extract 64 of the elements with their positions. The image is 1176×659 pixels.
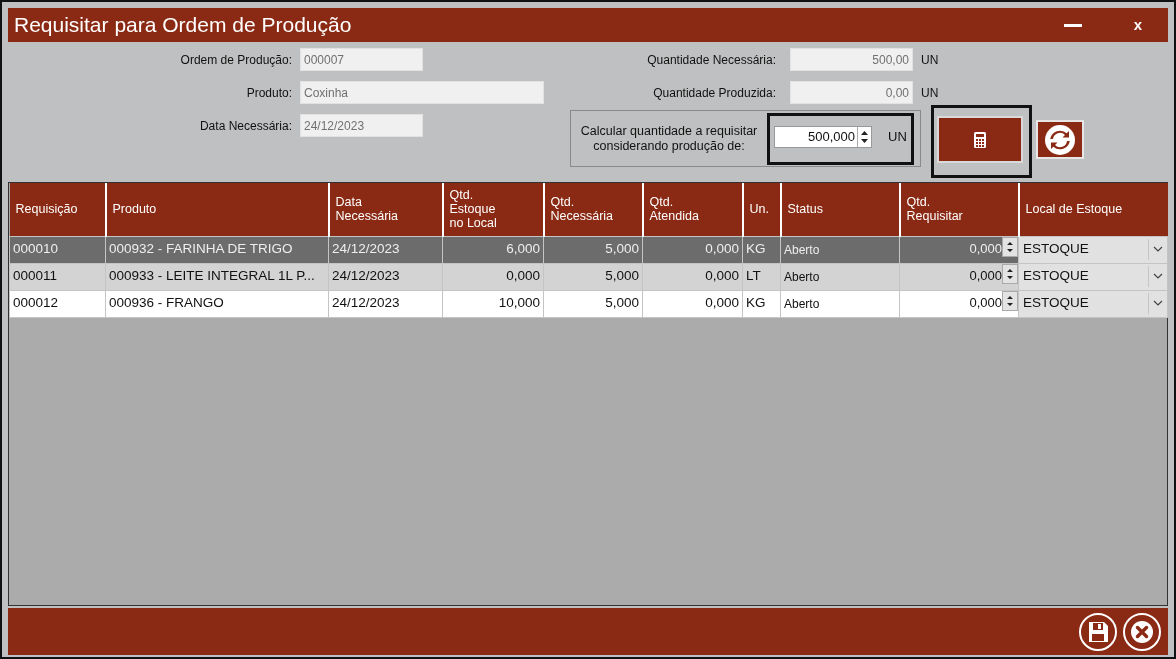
table-cell: Aberto xyxy=(780,290,900,317)
table-cell: 10,000 xyxy=(442,290,544,317)
field-label: Quantidade Necessária: xyxy=(646,51,776,69)
column-header[interactable]: Qtd. Atendida xyxy=(642,183,743,236)
table-cell: Aberto xyxy=(780,263,900,290)
column-header[interactable]: Local de Estoque xyxy=(1018,183,1168,236)
text-field[interactable]: 0,00 xyxy=(790,81,913,104)
field-label: Produto: xyxy=(245,84,292,102)
table-cell: 000011 xyxy=(9,263,106,290)
text-field[interactable]: Coxinha xyxy=(300,81,544,104)
table-cell: Aberto xyxy=(780,236,900,263)
table-cell: KG xyxy=(742,236,781,263)
table-cell: 000010 xyxy=(9,236,106,263)
field-label: Quantidade Produzida: xyxy=(652,84,776,102)
table-cell: 000936 - FRANGO xyxy=(105,290,329,317)
calculator-icon xyxy=(974,131,986,148)
combo-box[interactable]: ESTOQUE xyxy=(1019,236,1167,263)
column-header[interactable]: Qtd. Estoque no Local xyxy=(442,183,544,236)
combo-box[interactable]: ESTOQUE xyxy=(1019,263,1167,290)
table-cell: 5,000 xyxy=(543,236,643,263)
column-header[interactable]: Data Necessária xyxy=(328,183,443,236)
field-label: Ordem de Produção: xyxy=(179,51,292,69)
cancel-button[interactable] xyxy=(1122,611,1162,652)
table-cell: 000012 xyxy=(9,290,106,317)
minimize-button[interactable] xyxy=(1063,23,1082,27)
column-header[interactable]: Produto xyxy=(105,183,329,236)
table-cell: 0,000 xyxy=(642,236,743,263)
text-field[interactable]: 000007 xyxy=(300,48,423,71)
column-header[interactable]: Un. xyxy=(742,183,781,236)
table-cell: 000933 - LEITE INTEGRAL 1L P... xyxy=(105,263,329,290)
table-cell: 24/12/2023 xyxy=(328,263,443,290)
column-header[interactable]: Status xyxy=(780,183,900,236)
cancel-icon xyxy=(1122,611,1162,652)
table-cell: 0,000 xyxy=(642,290,743,317)
spin-arrows-icon[interactable] xyxy=(1002,290,1018,311)
table-cell: 24/12/2023 xyxy=(328,236,443,263)
calculate-button[interactable] xyxy=(937,116,1023,163)
save-button[interactable] xyxy=(1078,611,1118,652)
column-header[interactable]: Requisição xyxy=(9,183,106,236)
close-button[interactable]: x xyxy=(1133,13,1162,37)
table-cell: 5,000 xyxy=(543,290,643,317)
column-header[interactable]: Qtd. Necessária xyxy=(543,183,643,236)
field-label: Data Necessária: xyxy=(198,117,292,135)
table-cell: 5,000 xyxy=(543,263,643,290)
text-field[interactable]: 500,00 xyxy=(790,48,913,71)
window-title: Requisitar para Ordem de Produção xyxy=(14,12,353,39)
table-cell: 6,000 xyxy=(442,236,544,263)
calc-label: Calcular quantidade a requisitar considerando produção de: xyxy=(579,123,759,154)
spin-arrows-icon[interactable] xyxy=(1002,236,1018,257)
unit-label: UN xyxy=(921,51,939,69)
text-field[interactable]: 24/12/2023 xyxy=(300,114,423,137)
unit-label: UN xyxy=(921,84,939,102)
table-cell: 0,000 xyxy=(442,263,544,290)
combo-box[interactable]: ESTOQUE xyxy=(1019,290,1167,317)
save-icon xyxy=(1078,611,1118,652)
spin-arrows-icon[interactable] xyxy=(1002,263,1018,284)
unit-label: UN xyxy=(888,127,907,146)
table-cell: 24/12/2023 xyxy=(328,290,443,317)
table-cell: 000932 - FARINHA DE TRIGO xyxy=(105,236,329,263)
table-cell: 0,000 xyxy=(642,263,743,290)
number-spinner[interactable]: 500,000 xyxy=(774,125,872,148)
refresh-icon xyxy=(1044,123,1076,156)
column-header[interactable]: Qtd. Requisitar xyxy=(899,183,1019,236)
refresh-button[interactable] xyxy=(1036,120,1084,159)
